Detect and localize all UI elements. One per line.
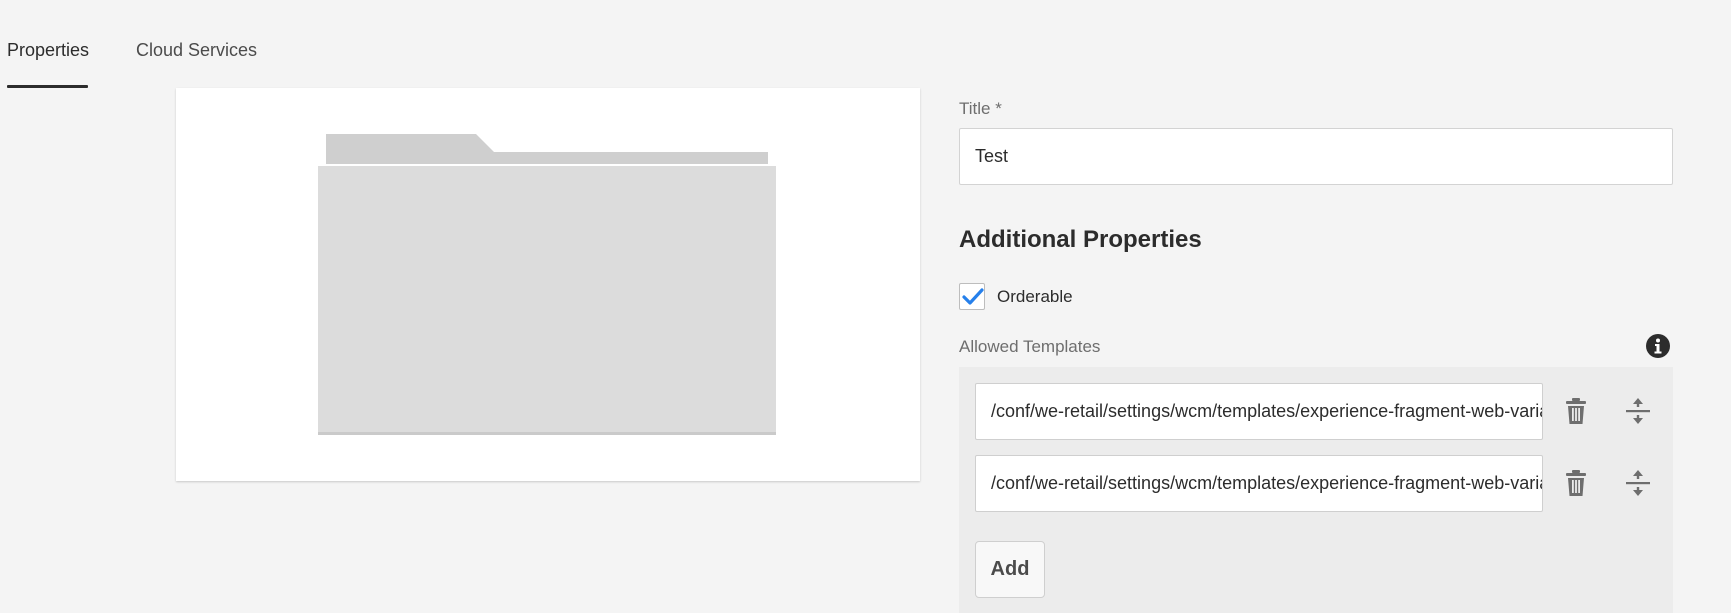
template-path-input[interactable]: /conf/we-retail/settings/wcm/templates/e… bbox=[975, 383, 1543, 440]
allowed-templates-multifield: /conf/we-retail/settings/wcm/templates/e… bbox=[959, 367, 1673, 613]
tab-cloud-services[interactable]: Cloud Services bbox=[136, 40, 257, 61]
checkmark-icon bbox=[962, 288, 984, 305]
add-template-button[interactable]: Add bbox=[975, 541, 1045, 598]
orderable-checkbox[interactable] bbox=[959, 283, 985, 310]
folder-icon bbox=[318, 134, 776, 435]
template-row: /conf/we-retail/settings/wcm/templates/e… bbox=[975, 455, 1655, 512]
orderable-label: Orderable bbox=[997, 287, 1073, 306]
template-row: /conf/we-retail/settings/wcm/templates/e… bbox=[975, 383, 1655, 440]
allowed-templates-label: Allowed Templates bbox=[959, 337, 1101, 356]
trash-icon[interactable] bbox=[1561, 468, 1591, 498]
title-input[interactable]: Test bbox=[959, 128, 1673, 185]
thumbnail-card bbox=[176, 88, 920, 481]
reorder-handle-icon[interactable] bbox=[1623, 468, 1653, 498]
active-tab-indicator bbox=[7, 85, 88, 88]
tab-properties[interactable]: Properties bbox=[7, 40, 89, 61]
reorder-handle-icon[interactable] bbox=[1623, 396, 1653, 426]
template-path-input[interactable]: /conf/we-retail/settings/wcm/templates/e… bbox=[975, 455, 1543, 512]
additional-properties-heading: Additional Properties bbox=[959, 226, 1202, 253]
info-icon[interactable] bbox=[1645, 333, 1671, 359]
title-label: Title * bbox=[959, 99, 1002, 118]
tab-bar: Properties Cloud Services bbox=[0, 0, 1731, 88]
trash-icon[interactable] bbox=[1561, 396, 1591, 426]
